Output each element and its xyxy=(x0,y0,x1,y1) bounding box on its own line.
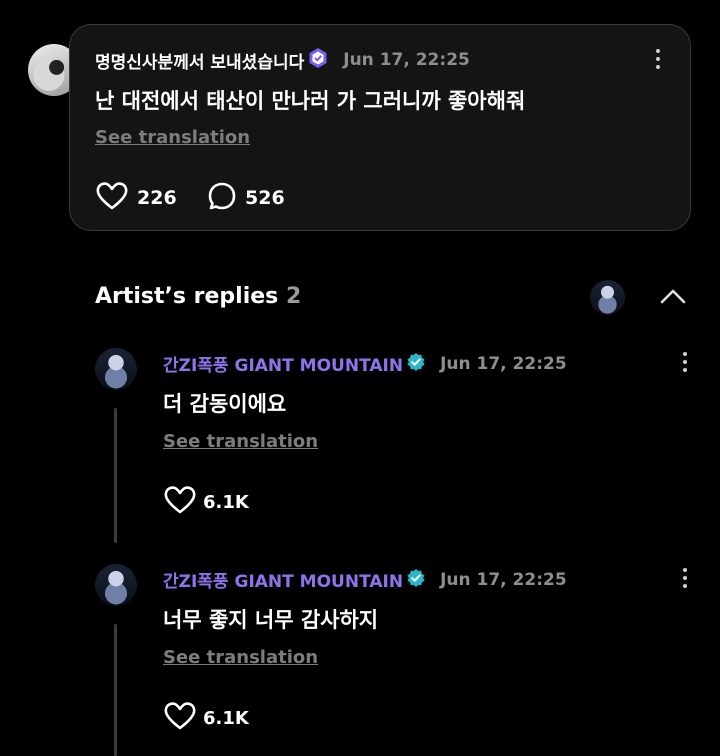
collapse-chevron-up-icon[interactable] xyxy=(659,287,687,309)
reply-like-button[interactable]: 6.1K xyxy=(163,701,249,735)
reply-like-count: 6.1K xyxy=(203,491,249,513)
reply-timestamp: Jun 17, 22:25 xyxy=(440,353,567,374)
heart-icon xyxy=(95,181,129,215)
reply-see-translation-link[interactable]: See translation xyxy=(163,431,318,452)
reply-text: 더 감동이에요 xyxy=(163,392,287,416)
heart-icon xyxy=(163,701,197,735)
reply-like-button[interactable]: 6.1K xyxy=(163,485,249,519)
post-see-translation-link[interactable]: See translation xyxy=(95,127,250,148)
verified-check-icon xyxy=(406,352,426,376)
artist-replies-heading: Artist’s replies 2 xyxy=(95,284,301,309)
thread-line xyxy=(114,624,117,756)
post-comment-count: 526 xyxy=(245,187,285,209)
artist-avatar-small[interactable] xyxy=(590,280,625,315)
reply-author-avatar[interactable] xyxy=(95,564,137,606)
reply-more-options-icon[interactable] xyxy=(680,352,690,372)
reply-author-name[interactable]: 간ZI폭풍 GIANT MOUNTAIN xyxy=(163,567,403,592)
post-comment-button[interactable]: 526 xyxy=(207,181,285,215)
reply-timestamp: Jun 17, 22:25 xyxy=(440,569,567,590)
post-more-options-icon[interactable] xyxy=(653,49,663,69)
post-like-button[interactable]: 226 xyxy=(95,181,177,215)
post-card: 명명신사분께서 보내셨습니다 Jun 17, 22:25 난 대전에서 태산이 … xyxy=(69,24,691,231)
reply-more-options-icon[interactable] xyxy=(680,568,690,588)
thread-line xyxy=(114,408,117,543)
reply-header: 간ZI폭풍 GIANT MOUNTAIN Jun 17, 22:25 xyxy=(163,351,567,376)
post-text: 난 대전에서 태산이 만나러 가 그러니까 좋아해줘 xyxy=(95,89,526,113)
artist-replies-title: Artist’s replies xyxy=(95,284,279,309)
reply-author-avatar[interactable] xyxy=(95,348,137,390)
verified-badge-icon xyxy=(307,47,329,73)
reply-like-count: 6.1K xyxy=(203,707,249,729)
post-timestamp: Jun 17, 22:25 xyxy=(343,50,470,70)
heart-icon xyxy=(163,485,197,519)
reply-text: 너무 좋지 너무 감사하지 xyxy=(163,608,379,632)
reply-author-name[interactable]: 간ZI폭풍 GIANT MOUNTAIN xyxy=(163,351,403,376)
post-author-name[interactable]: 명명신사분께서 보내셨습니다 xyxy=(95,48,304,73)
artist-replies-count: 2 xyxy=(285,284,302,309)
reply-see-translation-link[interactable]: See translation xyxy=(163,647,318,668)
verified-check-icon xyxy=(406,568,426,592)
post-like-count: 226 xyxy=(137,187,177,209)
post-header: 명명신사분께서 보내셨습니다 Jun 17, 22:25 xyxy=(95,47,470,73)
comment-bubble-icon xyxy=(207,181,237,215)
reply-header: 간ZI폭풍 GIANT MOUNTAIN Jun 17, 22:25 xyxy=(163,567,567,592)
